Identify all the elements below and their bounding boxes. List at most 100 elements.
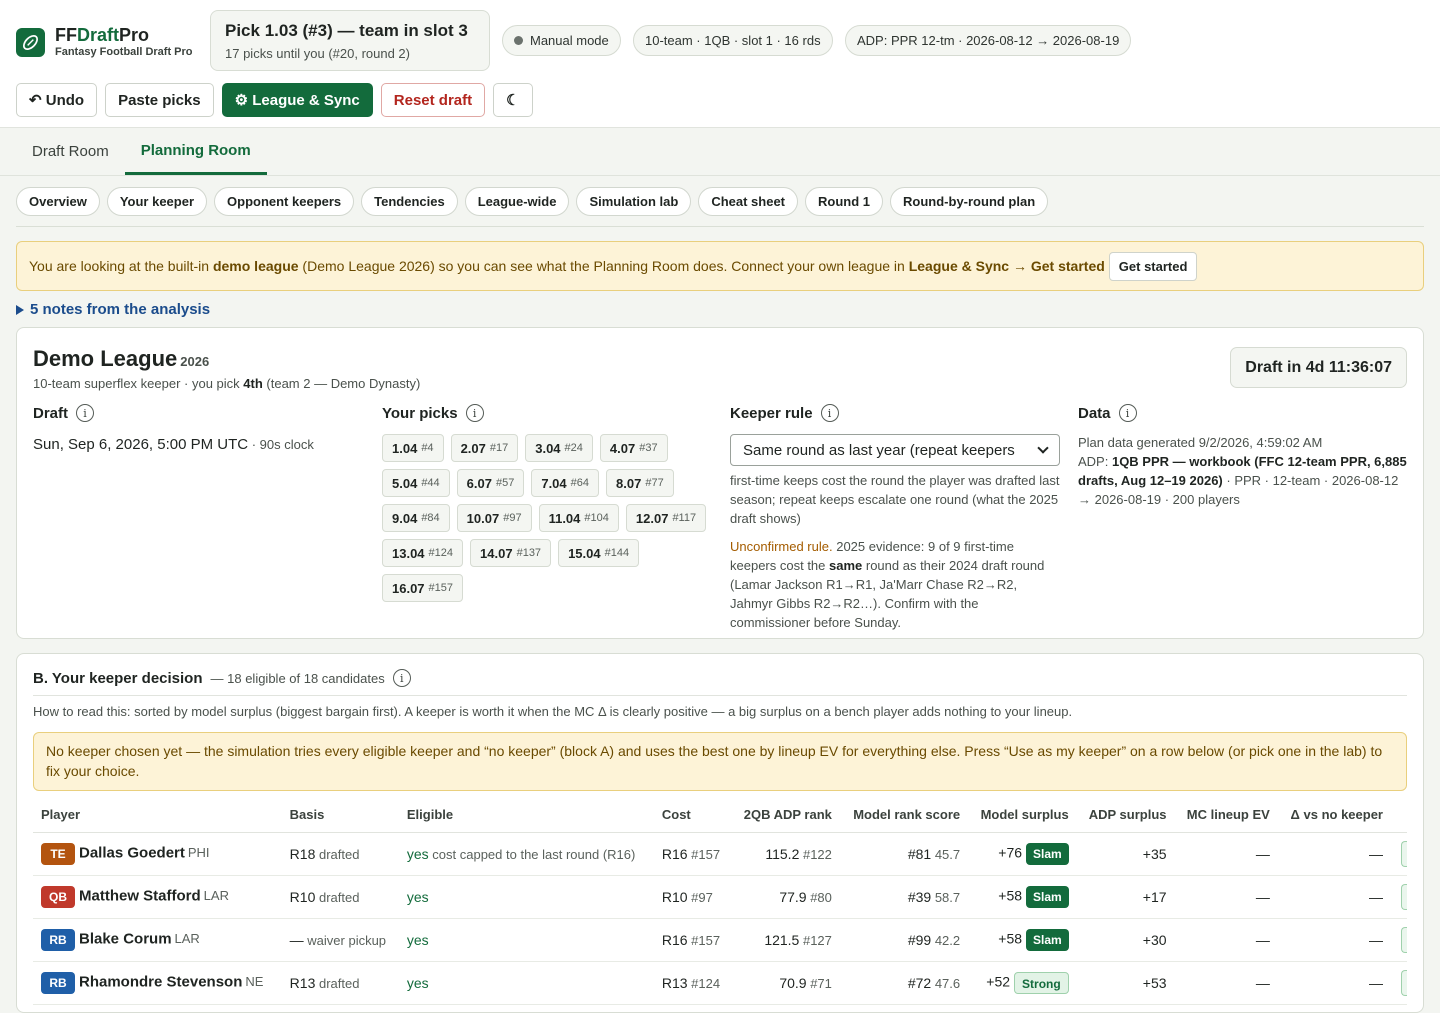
- model-rank-cell: #99 42.2: [839, 918, 969, 962]
- info-icon[interactable]: i: [392, 669, 411, 687]
- mode-chip[interactable]: Manual mode: [502, 25, 621, 56]
- info-icon[interactable]: i: [465, 404, 484, 422]
- player-cell: QB Matthew Stafford LAR: [33, 875, 282, 919]
- column-header-adp-surplus[interactable]: ADP surplus: [1076, 798, 1175, 833]
- player-name[interactable]: Blake Corum: [79, 930, 172, 947]
- league-subtitle: 10-team superflex keeper · you pick 4th …: [33, 376, 421, 391]
- your-picks-heading: Your picks i: [382, 404, 712, 422]
- adp-surplus-cell: +17: [1076, 875, 1175, 919]
- data-heading: Data i: [1078, 404, 1408, 422]
- draft-countdown: Draft in 4d 11:36:07: [1230, 347, 1407, 388]
- eligible-cell: yes cost capped to the last round (R16): [398, 832, 654, 876]
- reset-draft-button[interactable]: Reset draft: [380, 83, 486, 117]
- position-badge: TE: [41, 842, 75, 865]
- analysis-notes-label: 5 notes from the analysis: [30, 301, 211, 318]
- player-cell: TE Dallas Goedert PHI: [33, 832, 282, 876]
- tab-draft-room[interactable]: Draft Room: [16, 128, 125, 175]
- use-as-keeper-button[interactable]: [1401, 883, 1407, 910]
- adp-surplus-cell: +35: [1076, 832, 1175, 876]
- subtab-cheat-sheet[interactable]: Cheat sheet: [698, 187, 799, 216]
- info-icon[interactable]: i: [76, 404, 95, 422]
- column-header-eligible[interactable]: Eligible: [398, 798, 654, 833]
- column-header-basis[interactable]: Basis: [281, 798, 399, 833]
- column-header-model-rank[interactable]: Model rank score: [839, 798, 969, 833]
- position-badge: QB: [41, 885, 75, 908]
- keeper-decision-card: B. Your keeper decision — 18 eligible of …: [16, 653, 1424, 1013]
- column-header-player[interactable]: Player: [33, 798, 282, 833]
- league-overview-card: Demo League 2026 10-team superflex keeper…: [16, 327, 1424, 639]
- banner-text: You are looking at the built-in demo lea…: [29, 258, 1105, 274]
- subtab-round-by-round-plan[interactable]: Round-by-round plan: [890, 187, 1049, 216]
- brand[interactable]: FFDraftPro Fantasy Football Draft Pro: [16, 26, 193, 58]
- pick-chip: 2.07 #17: [450, 434, 519, 462]
- player-name[interactable]: Dallas Goedert: [79, 844, 185, 861]
- paste-picks-button[interactable]: Paste picks: [105, 83, 214, 117]
- basis-cell: R13 drafted: [281, 961, 399, 1005]
- get-started-button[interactable]: Get started: [1108, 251, 1198, 281]
- player-name[interactable]: Rhamondre Stevenson: [79, 973, 242, 990]
- player-team: LAR: [203, 888, 229, 904]
- use-as-keeper-button[interactable]: [1401, 840, 1407, 867]
- keeper-rule-heading: Keeper rule i: [730, 404, 1060, 422]
- column-header-mc-lineup-ev[interactable]: MC lineup EV: [1174, 798, 1278, 833]
- data-column: Data i Plan data generated 9/2/2026, 4:59…: [1078, 404, 1408, 509]
- keeper-rule-select[interactable]: Same round as last year (repeat keepers: [730, 434, 1060, 466]
- main-tabs: Draft Room Planning Room: [16, 128, 267, 176]
- info-icon[interactable]: i: [1118, 404, 1137, 422]
- league-settings-chip[interactable]: 10-team · 1QB · slot 1 · 16 rds: [633, 25, 833, 56]
- pick-chip: 8.07 #77: [606, 469, 674, 497]
- subtab-tendencies[interactable]: Tendencies: [361, 187, 458, 216]
- use-as-keeper-button[interactable]: [1401, 969, 1407, 996]
- pick-chip: 10.07 #97: [456, 504, 532, 532]
- adp-surplus-cell: +53: [1076, 961, 1175, 1005]
- model-surplus-cell: +58 Slam: [968, 875, 1077, 919]
- info-icon[interactable]: i: [820, 404, 839, 422]
- adp-surplus-cell: +30: [1076, 918, 1175, 962]
- pick-chip: 7.04 #64: [531, 469, 600, 497]
- draft-date: Sun, Sep 6, 2026, 5:00 PM UTC · 90s cloc…: [33, 436, 314, 453]
- analysis-notes-toggle[interactable]: 5 notes from the analysis: [16, 301, 210, 318]
- theme-toggle-button[interactable]: ☾: [493, 83, 533, 117]
- pick-chip: 13.04 #124: [382, 539, 464, 567]
- subtab-your-keeper[interactable]: Your keeper: [106, 187, 208, 216]
- brand-subtitle: Fantasy Football Draft Pro: [55, 46, 193, 58]
- surplus-tag: Slam: [1026, 928, 1069, 951]
- keeper-rule-selected: Same round as last year (repeat keepers: [743, 441, 1015, 459]
- your-picks-column: Your picks i 1.04 #4 2.07 #17 3.04 #24 4.07 #37 5…: [382, 404, 712, 602]
- position-badge: RB: [41, 971, 75, 994]
- column-header-adp-rank[interactable]: 2QB ADP rank: [731, 798, 840, 833]
- mode-chip-label: Manual mode: [530, 33, 609, 48]
- subtab-overview[interactable]: Overview: [16, 187, 100, 216]
- table-row[interactable]: RB Rhamondre Stevenson NE R13 drafted yes …: [33, 961, 1407, 1005]
- column-header-model-surplus[interactable]: Model surplus: [968, 798, 1077, 833]
- subtab-opponent-keepers[interactable]: Opponent keepers: [214, 187, 355, 216]
- undo-button[interactable]: ↶ Undo: [16, 83, 98, 117]
- table-row[interactable]: TE Dallas Goedert PHI R18 drafted yes cost…: [33, 832, 1407, 876]
- player-name[interactable]: Matthew Stafford: [79, 887, 201, 904]
- action-cell: [1391, 961, 1407, 1005]
- pick-chip: 12.07 #117: [625, 504, 707, 532]
- status-dot-icon: [514, 36, 523, 45]
- mc-lineup-ev-cell: —: [1174, 918, 1278, 962]
- delta-cell: —: [1277, 961, 1391, 1005]
- disclosure-triangle-icon: [16, 304, 24, 315]
- delta-cell: —: [1277, 832, 1391, 876]
- subtab-simulation-lab[interactable]: Simulation lab: [576, 187, 692, 216]
- subtab-round-1[interactable]: Round 1: [805, 187, 884, 216]
- position-badge: RB: [41, 928, 75, 951]
- table-row[interactable]: QB Matthew Stafford LAR R10 drafted yes R1…: [33, 875, 1407, 919]
- cost-cell: R16 #157: [653, 832, 732, 876]
- column-header-cost[interactable]: Cost: [653, 798, 732, 833]
- adp-chip[interactable]: ADP: PPR 12-tm · 2026-08-12 → 2026-08-19: [845, 25, 1132, 56]
- use-as-keeper-button[interactable]: [1401, 926, 1407, 953]
- column-header-actions: [1391, 798, 1407, 833]
- basis-cell: R10 drafted: [281, 875, 399, 919]
- delta-cell: —: [1277, 875, 1391, 919]
- model-rank-cell: #81 45.7: [839, 832, 969, 876]
- league-sync-button[interactable]: ⚙ League & Sync: [221, 83, 373, 117]
- tab-planning-room[interactable]: Planning Room: [124, 128, 267, 175]
- table-row[interactable]: RB Blake Corum LAR — waiver pickup yes R16…: [33, 918, 1407, 962]
- subtab-league-wide[interactable]: League-wide: [464, 187, 570, 216]
- column-header-delta-vs-no-keeper[interactable]: Δ vs no keeper: [1277, 798, 1391, 833]
- model-rank-cell: #72 47.6: [839, 961, 969, 1005]
